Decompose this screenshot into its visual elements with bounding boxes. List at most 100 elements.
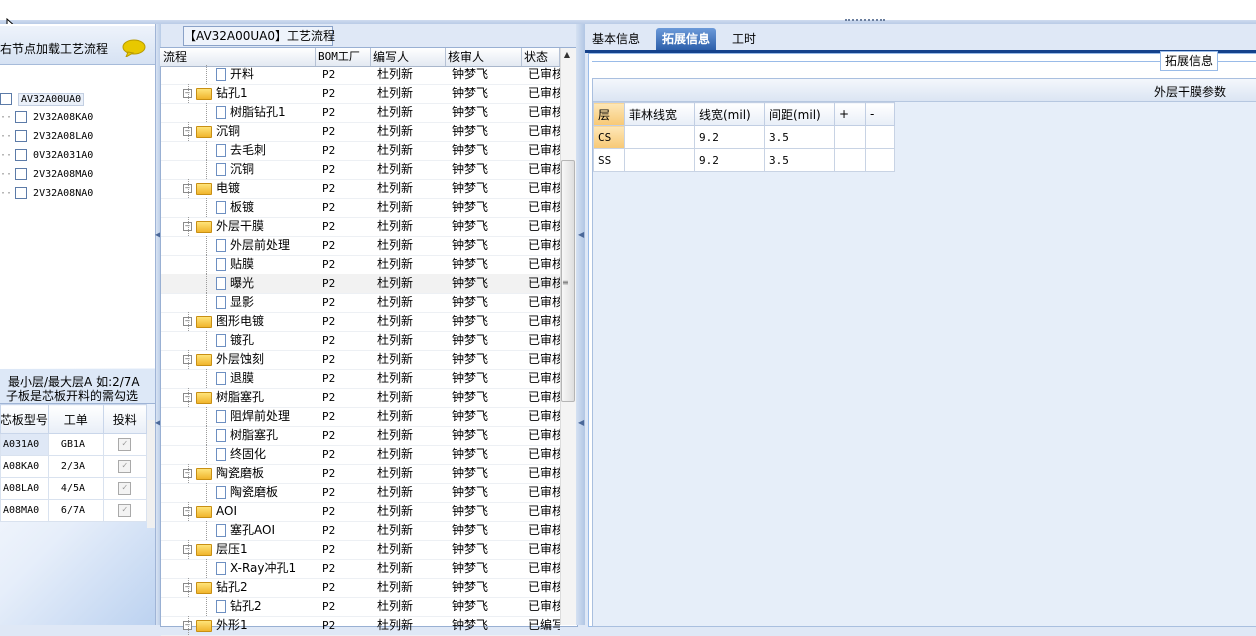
grid-row[interactable]: 曝光 P2 杜列新 钟梦飞 已审核 <box>161 274 560 294</box>
scroll-up-icon[interactable]: ▲ <box>561 50 573 62</box>
grid-row[interactable]: 钻孔2 P2 杜列新 钟梦飞 已审核 <box>161 597 560 617</box>
grid-row[interactable]: 终固化 P2 杜列新 钟梦飞 已审核 <box>161 445 560 465</box>
checkbox-icon[interactable] <box>15 149 28 161</box>
grid-row[interactable]: − AOI P2 杜列新 钟梦飞 已审核 <box>161 502 560 522</box>
tab-work-hours[interactable]: 工时 <box>726 28 762 50</box>
left-tree-item[interactable]: ·· 2V32A08LA0 <box>0 128 93 146</box>
collapse-middle-icon-2[interactable]: ◀ <box>578 418 584 427</box>
checkbox-icon[interactable] <box>0 93 12 105</box>
left-tree-item[interactable]: ·· 0V32A031A0 <box>0 147 93 165</box>
cell-spacing[interactable]: 3.5 <box>764 148 835 172</box>
checkbox-icon[interactable] <box>15 111 28 123</box>
cell-remove[interactable] <box>865 125 895 149</box>
grid-row[interactable]: 塞孔AOI P2 杜列新 钟梦飞 已审核 <box>161 521 560 541</box>
checkbox-icon[interactable] <box>15 130 28 142</box>
left-tree-item[interactable]: ·· 2V32A08KA0 <box>0 109 93 127</box>
cell-film-width[interactable] <box>624 125 695 149</box>
middle-splitter[interactable] <box>576 24 585 625</box>
table-row[interactable]: A08MA0 6/7A ✓ <box>0 499 148 522</box>
grid-row[interactable]: − 树脂塞孔 P2 杜列新 钟梦飞 已审核 <box>161 388 560 408</box>
cell-bom: P2 <box>322 87 336 100</box>
grid-row[interactable]: 显影 P2 杜列新 钟梦飞 已审核 <box>161 293 560 313</box>
cell-layer[interactable]: CS <box>593 125 625 149</box>
tab-basic-info[interactable]: 基本信息 <box>586 28 646 50</box>
feed-checkbox[interactable]: ✓ <box>118 482 132 495</box>
grid-row[interactable]: 板镀 P2 杜列新 钟梦飞 已审核 <box>161 198 560 218</box>
left-tree-item[interactable]: ·· 2V32A08NA0 <box>0 185 93 203</box>
cell-reviewer: 钟梦飞 <box>452 428 489 442</box>
grid-row[interactable]: 外层前处理 P2 杜列新 钟梦飞 已审核 <box>161 236 560 256</box>
grid-row[interactable]: 去毛刺 P2 杜列新 钟梦飞 已审核 <box>161 141 560 161</box>
col-header-status[interactable]: 状态 <box>522 48 560 66</box>
left-header-title: 右节点加载工艺流程 <box>0 42 109 56</box>
cell-flow-inner: 外层前处理 <box>216 236 290 255</box>
grid-row[interactable]: − 外形1 P2 杜列新 钟梦飞 已编写 <box>161 616 560 636</box>
left-tree-root[interactable]: AV32A00UA0 <box>0 91 85 109</box>
col-header-line-width[interactable]: 线宽(mil) <box>694 102 765 126</box>
col-header-bom[interactable]: BOM工厂 <box>316 48 371 66</box>
cell-line-width[interactable]: 9.2 <box>694 125 765 149</box>
add-column-button[interactable]: + <box>834 102 866 126</box>
collapse-middle-icon[interactable]: ◀ <box>578 230 584 239</box>
grid-row[interactable]: 贴膜 P2 杜列新 钟梦飞 已审核 <box>161 255 560 275</box>
feed-checkbox[interactable]: ✓ <box>118 438 132 451</box>
col-header-order[interactable]: 工单 <box>47 404 104 434</box>
folder-icon <box>196 505 212 518</box>
table-row[interactable]: A08LA0 4/5A ✓ <box>0 477 148 500</box>
cell-flow: 外层前处理 <box>161 236 316 255</box>
left-tree-item[interactable]: ·· 2V32A08MA0 <box>0 166 93 184</box>
cell-bom: P2 <box>322 106 336 119</box>
cell-spacing[interactable]: 3.5 <box>764 125 835 149</box>
cell-remove[interactable] <box>865 148 895 172</box>
grid-row[interactable]: 镀孔 P2 杜列新 钟梦飞 已审核 <box>161 331 560 351</box>
grid-row[interactable]: 沉铜 P2 杜列新 钟梦飞 已审核 <box>161 160 560 180</box>
cell-flow: 阻焊前处理 <box>161 407 316 426</box>
feed-checkbox[interactable]: ✓ <box>118 460 132 473</box>
cell-status: 已编写 <box>528 618 560 632</box>
grid-row[interactable]: − 外层干膜 P2 杜列新 钟梦飞 已审核 <box>161 217 560 237</box>
grid-row[interactable]: 开料 P2 杜列新 钟梦飞 已审核 <box>161 65 560 85</box>
col-header-model[interactable]: 芯板型号 <box>0 404 49 434</box>
tab-extended-info[interactable]: 拓展信息 <box>656 28 717 50</box>
col-header-writer[interactable]: 编写人 <box>371 48 446 66</box>
grid-row[interactable]: 树脂钻孔1 P2 杜列新 钟梦飞 已审核 <box>161 103 560 123</box>
cell-film-width[interactable] <box>624 148 695 172</box>
checkbox-icon[interactable] <box>15 187 28 199</box>
feed-checkbox[interactable]: ✓ <box>118 504 132 517</box>
folder-icon <box>196 543 212 556</box>
col-header-film-width[interactable]: 菲林线宽 <box>624 102 695 126</box>
grid-row[interactable]: 树脂塞孔 P2 杜列新 钟梦飞 已审核 <box>161 426 560 446</box>
grid-row[interactable]: 陶瓷磨板 P2 杜列新 钟梦飞 已审核 <box>161 483 560 503</box>
mini-table-scrollbar[interactable] <box>147 420 155 528</box>
col-header-flow[interactable]: 流程 <box>161 48 316 66</box>
param-row[interactable]: SS 9.2 3.5 <box>593 148 895 172</box>
grid-row[interactable]: 阻焊前处理 P2 杜列新 钟梦飞 已审核 <box>161 407 560 427</box>
col-header-spacing[interactable]: 间距(mil) <box>764 102 835 126</box>
table-row[interactable]: A08KA0 2/3A ✓ <box>0 455 148 478</box>
cell-writer: 杜列新 <box>377 333 414 347</box>
cell-layer[interactable]: SS <box>593 148 625 172</box>
grid-row[interactable]: X-Ray冲孔1 P2 杜列新 钟梦飞 已审核 <box>161 559 560 579</box>
grid-row[interactable]: 退膜 P2 杜列新 钟梦飞 已审核 <box>161 369 560 389</box>
grid-row[interactable]: − 沉铜 P2 杜列新 钟梦飞 已审核 <box>161 122 560 142</box>
col-header-reviewer[interactable]: 核审人 <box>446 48 522 66</box>
col-header-layer[interactable]: 层 <box>593 102 625 126</box>
table-row[interactable]: A031A0 GB1A ✓ <box>0 433 148 456</box>
col-header-feed[interactable]: 投料 <box>102 404 148 434</box>
checkbox-icon[interactable] <box>15 168 28 180</box>
cell-line-width[interactable]: 9.2 <box>694 148 765 172</box>
cell-add[interactable] <box>834 125 866 149</box>
grid-row[interactable]: − 陶瓷磨板 P2 杜列新 钟梦飞 已审核 <box>161 464 560 484</box>
grid-row[interactable]: − 层压1 P2 杜列新 钟梦飞 已审核 <box>161 540 560 560</box>
remove-column-button[interactable]: - <box>865 102 895 126</box>
grid-row[interactable]: − 电镀 P2 杜列新 钟梦飞 已审核 <box>161 179 560 199</box>
cell-add[interactable] <box>834 148 866 172</box>
cell-flow: − 外层蚀刻 <box>161 350 316 369</box>
grid-row[interactable]: − 外层蚀刻 P2 杜列新 钟梦飞 已审核 <box>161 350 560 370</box>
param-row[interactable]: CS 9.2 3.5 <box>593 125 895 149</box>
grid-row[interactable]: − 图形电镀 P2 杜列新 钟梦飞 已审核 <box>161 312 560 332</box>
tree-connector <box>206 103 207 122</box>
comment-bubble-icon[interactable] <box>122 39 146 57</box>
grid-row[interactable]: − 钻孔1 P2 杜列新 钟梦飞 已审核 <box>161 84 560 104</box>
grid-row[interactable]: − 钻孔2 P2 杜列新 钟梦飞 已审核 <box>161 578 560 598</box>
